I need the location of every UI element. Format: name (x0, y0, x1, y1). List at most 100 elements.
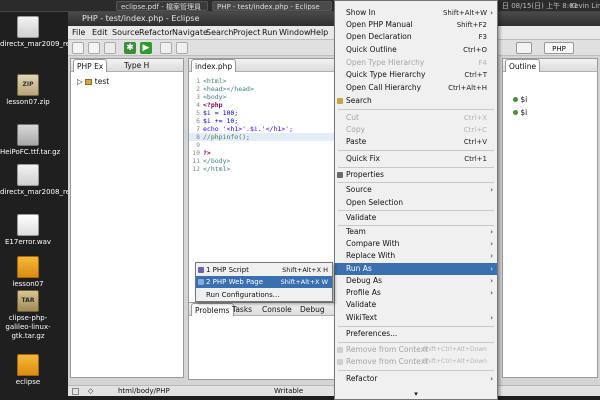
folder-icon (17, 354, 39, 376)
outline-item[interactable]: $i (513, 108, 527, 117)
menu-item-validate-2[interactable]: Validate (335, 299, 497, 311)
desktop-icon-heipofc[interactable]: HeiPoFC.ttf.tar.gz (0, 124, 61, 157)
menu-item-refactor[interactable]: Refactor › (335, 373, 497, 385)
save-icon[interactable] (88, 42, 100, 54)
desktop-icon-label: directx_mar2008_redist.exe (0, 188, 98, 196)
code-line: 4 <?php (196, 101, 223, 109)
search-icon[interactable] (176, 42, 188, 54)
menu-file[interactable]: File (72, 26, 85, 40)
tab-debug[interactable]: Debug (297, 303, 328, 316)
menu-window[interactable]: Window (279, 26, 311, 40)
menu-item-search[interactable]: Search (335, 95, 497, 107)
menu-help[interactable]: Help (310, 26, 328, 40)
menu-item-properties[interactable]: Properties (335, 169, 497, 181)
desktop-icon-lesson07-zip[interactable]: ZIP lesson07.zip (0, 74, 56, 107)
tray-user[interactable]: Kevin Lin (570, 1, 600, 11)
code-line: 12 </html> (192, 165, 231, 173)
tree-item-label: test (94, 77, 110, 86)
desktop-icon-directx-2009[interactable]: directx_mar2009_redist.exe (0, 16, 97, 49)
desktop-icon-directx-2008[interactable]: directx_mar2008_redist.exe (0, 164, 98, 197)
taskbar-tab-eclipse[interactable]: PHP - test/index.php - Eclipse (212, 1, 332, 11)
menu-item-preferences[interactable]: Preferences... (335, 328, 497, 340)
tree-expand-icon[interactable]: ▷ (77, 77, 83, 86)
code-line: 10 ?> (192, 149, 211, 157)
outline-item[interactable]: $i (513, 95, 527, 104)
desktop-icon-label: eclipse (15, 378, 41, 386)
menu-item-remove-from-context[interactable]: Remove from Context Shift+Ctrl+Alt+Down (335, 344, 497, 356)
menu-item-source[interactable]: Source › (335, 184, 497, 196)
menu-item-copy[interactable]: Copy Ctrl+C (335, 124, 497, 136)
submenu-item-php-script[interactable]: 1 PHP Script Shift+Alt+X H (196, 264, 332, 276)
menu-run[interactable]: Run (262, 26, 277, 40)
menu-item-open-selection[interactable]: Open Selection (335, 197, 497, 209)
open-type-icon[interactable] (160, 42, 172, 54)
tab-outline[interactable]: Outline (505, 59, 541, 72)
desktop-icon-lesson07-folder[interactable]: lesson07 (0, 256, 56, 289)
code-line: 9 (196, 141, 200, 149)
tab-type-hierarchy[interactable]: Type H (121, 59, 152, 72)
tab-problems[interactable]: Problems (191, 303, 234, 316)
tab-console[interactable]: Console (259, 303, 295, 316)
menu-item-run-as[interactable]: Run As › (335, 263, 497, 275)
code-line: 6 $i += 10; (196, 117, 239, 125)
desktop-icon-e17error[interactable]: E17error.wav (0, 214, 56, 247)
menu-refactor[interactable]: Refactor (139, 26, 173, 40)
tray-clock: 日 08/15(日) 上午 8:01 (502, 2, 579, 10)
tab-tasks[interactable]: Tasks (229, 303, 255, 316)
menu-separator (338, 167, 494, 168)
code-line: 5 $i = 100; (196, 109, 239, 117)
code-line: 2 <head></head> (196, 85, 254, 93)
menu-item-quick-type-hierarchy[interactable]: Quick Type Hierarchy Ctrl+T (335, 69, 497, 81)
menu-item-quick-fix[interactable]: Quick Fix Ctrl+1 (335, 153, 497, 165)
desktop-icon-label: lesson07 (12, 280, 44, 288)
desktop-icon-eclipse-folder[interactable]: eclipse (0, 354, 56, 387)
menu-item-show-in[interactable]: Show In Shift+Alt+W › (335, 7, 497, 19)
debug-icon[interactable]: ✱ (124, 42, 136, 54)
menu-item-validate[interactable]: Validate (335, 212, 497, 224)
menu-navigate[interactable]: Navigate (172, 26, 208, 40)
outline-tabbar: Outline (503, 59, 597, 72)
submenu-item-run-configurations[interactable]: Run Configurations... (196, 289, 332, 301)
menu-item-profile-as[interactable]: Profile As › (335, 287, 497, 299)
menu-item-paste[interactable]: Paste Ctrl+V (335, 136, 497, 148)
menu-item-wikitext[interactable]: WikiText › (335, 312, 497, 324)
search-icon (337, 98, 343, 104)
menu-item-open-type-hierarchy[interactable]: Open Type Hierarchy F4 (335, 57, 497, 69)
tree-item-test[interactable]: ▷ test (77, 77, 109, 86)
open-perspective-icon[interactable] (516, 42, 532, 54)
taskbar-tab-file-manager[interactable]: eclipse.pdf - 檔案管理員 (116, 1, 208, 11)
menu-item-quick-outline[interactable]: Quick Outline Ctrl+O (335, 44, 497, 56)
print-icon[interactable] (104, 42, 116, 54)
menu-item-debug-as[interactable]: Debug As › (335, 275, 497, 287)
menu-item-open-call-hierarchy[interactable]: Open Call Hierarchy Ctrl+Alt+H (335, 82, 497, 94)
run-icon[interactable]: ▶ (140, 42, 152, 54)
tar-archive-icon: TAR (17, 290, 39, 312)
archive-icon (17, 124, 39, 146)
menu-item-replace-with[interactable]: Replace With › (335, 250, 497, 262)
menu-separator (338, 210, 494, 211)
menu-item-team[interactable]: Team › (335, 226, 497, 238)
tab-php-explorer[interactable]: PHP Ex (73, 59, 108, 72)
menu-item-open-php-manual[interactable]: Open PHP Manual Shift+F2 (335, 19, 497, 31)
menu-item-compare-with[interactable]: Compare With › (335, 238, 497, 250)
menu-source[interactable]: Source (112, 26, 139, 40)
menu-separator (338, 150, 494, 151)
menu-item-remove-from-context-2[interactable]: Remove from Context Shift+Ctrl+Alt+Down (335, 356, 497, 368)
taskbar: eclipse.pdf - 檔案管理員 PHP - test/index.php… (0, 0, 600, 12)
folder-icon (17, 256, 39, 278)
menu-edit[interactable]: Edit (92, 26, 108, 40)
menu-search[interactable]: Search (206, 26, 233, 40)
menu-project[interactable]: Project (233, 26, 260, 40)
php-web-page-icon (198, 279, 204, 285)
desktop-icon-eclipse-php-tar[interactable]: TAR clipse-php-galileo-linux-gtk.tar.gz (0, 290, 56, 341)
menu-item-cut[interactable]: Cut Ctrl+X (335, 112, 497, 124)
fast-view-icon[interactable] (72, 388, 79, 395)
tab-index-php[interactable]: index.php (191, 59, 237, 72)
zip-archive-icon: ZIP (17, 74, 39, 96)
menu-item-open-declaration[interactable]: Open Declaration F3 (335, 31, 497, 43)
desktop-icon-label: HeiPoFC.ttf.tar.gz (0, 148, 61, 156)
menu-scroll-down-icon[interactable]: ▾ (335, 389, 497, 399)
submenu-item-php-web-page[interactable]: 2 PHP Web Page Shift+Alt+X W (196, 276, 332, 288)
php-perspective-button[interactable]: PHP (544, 42, 574, 54)
new-icon[interactable] (72, 42, 84, 54)
